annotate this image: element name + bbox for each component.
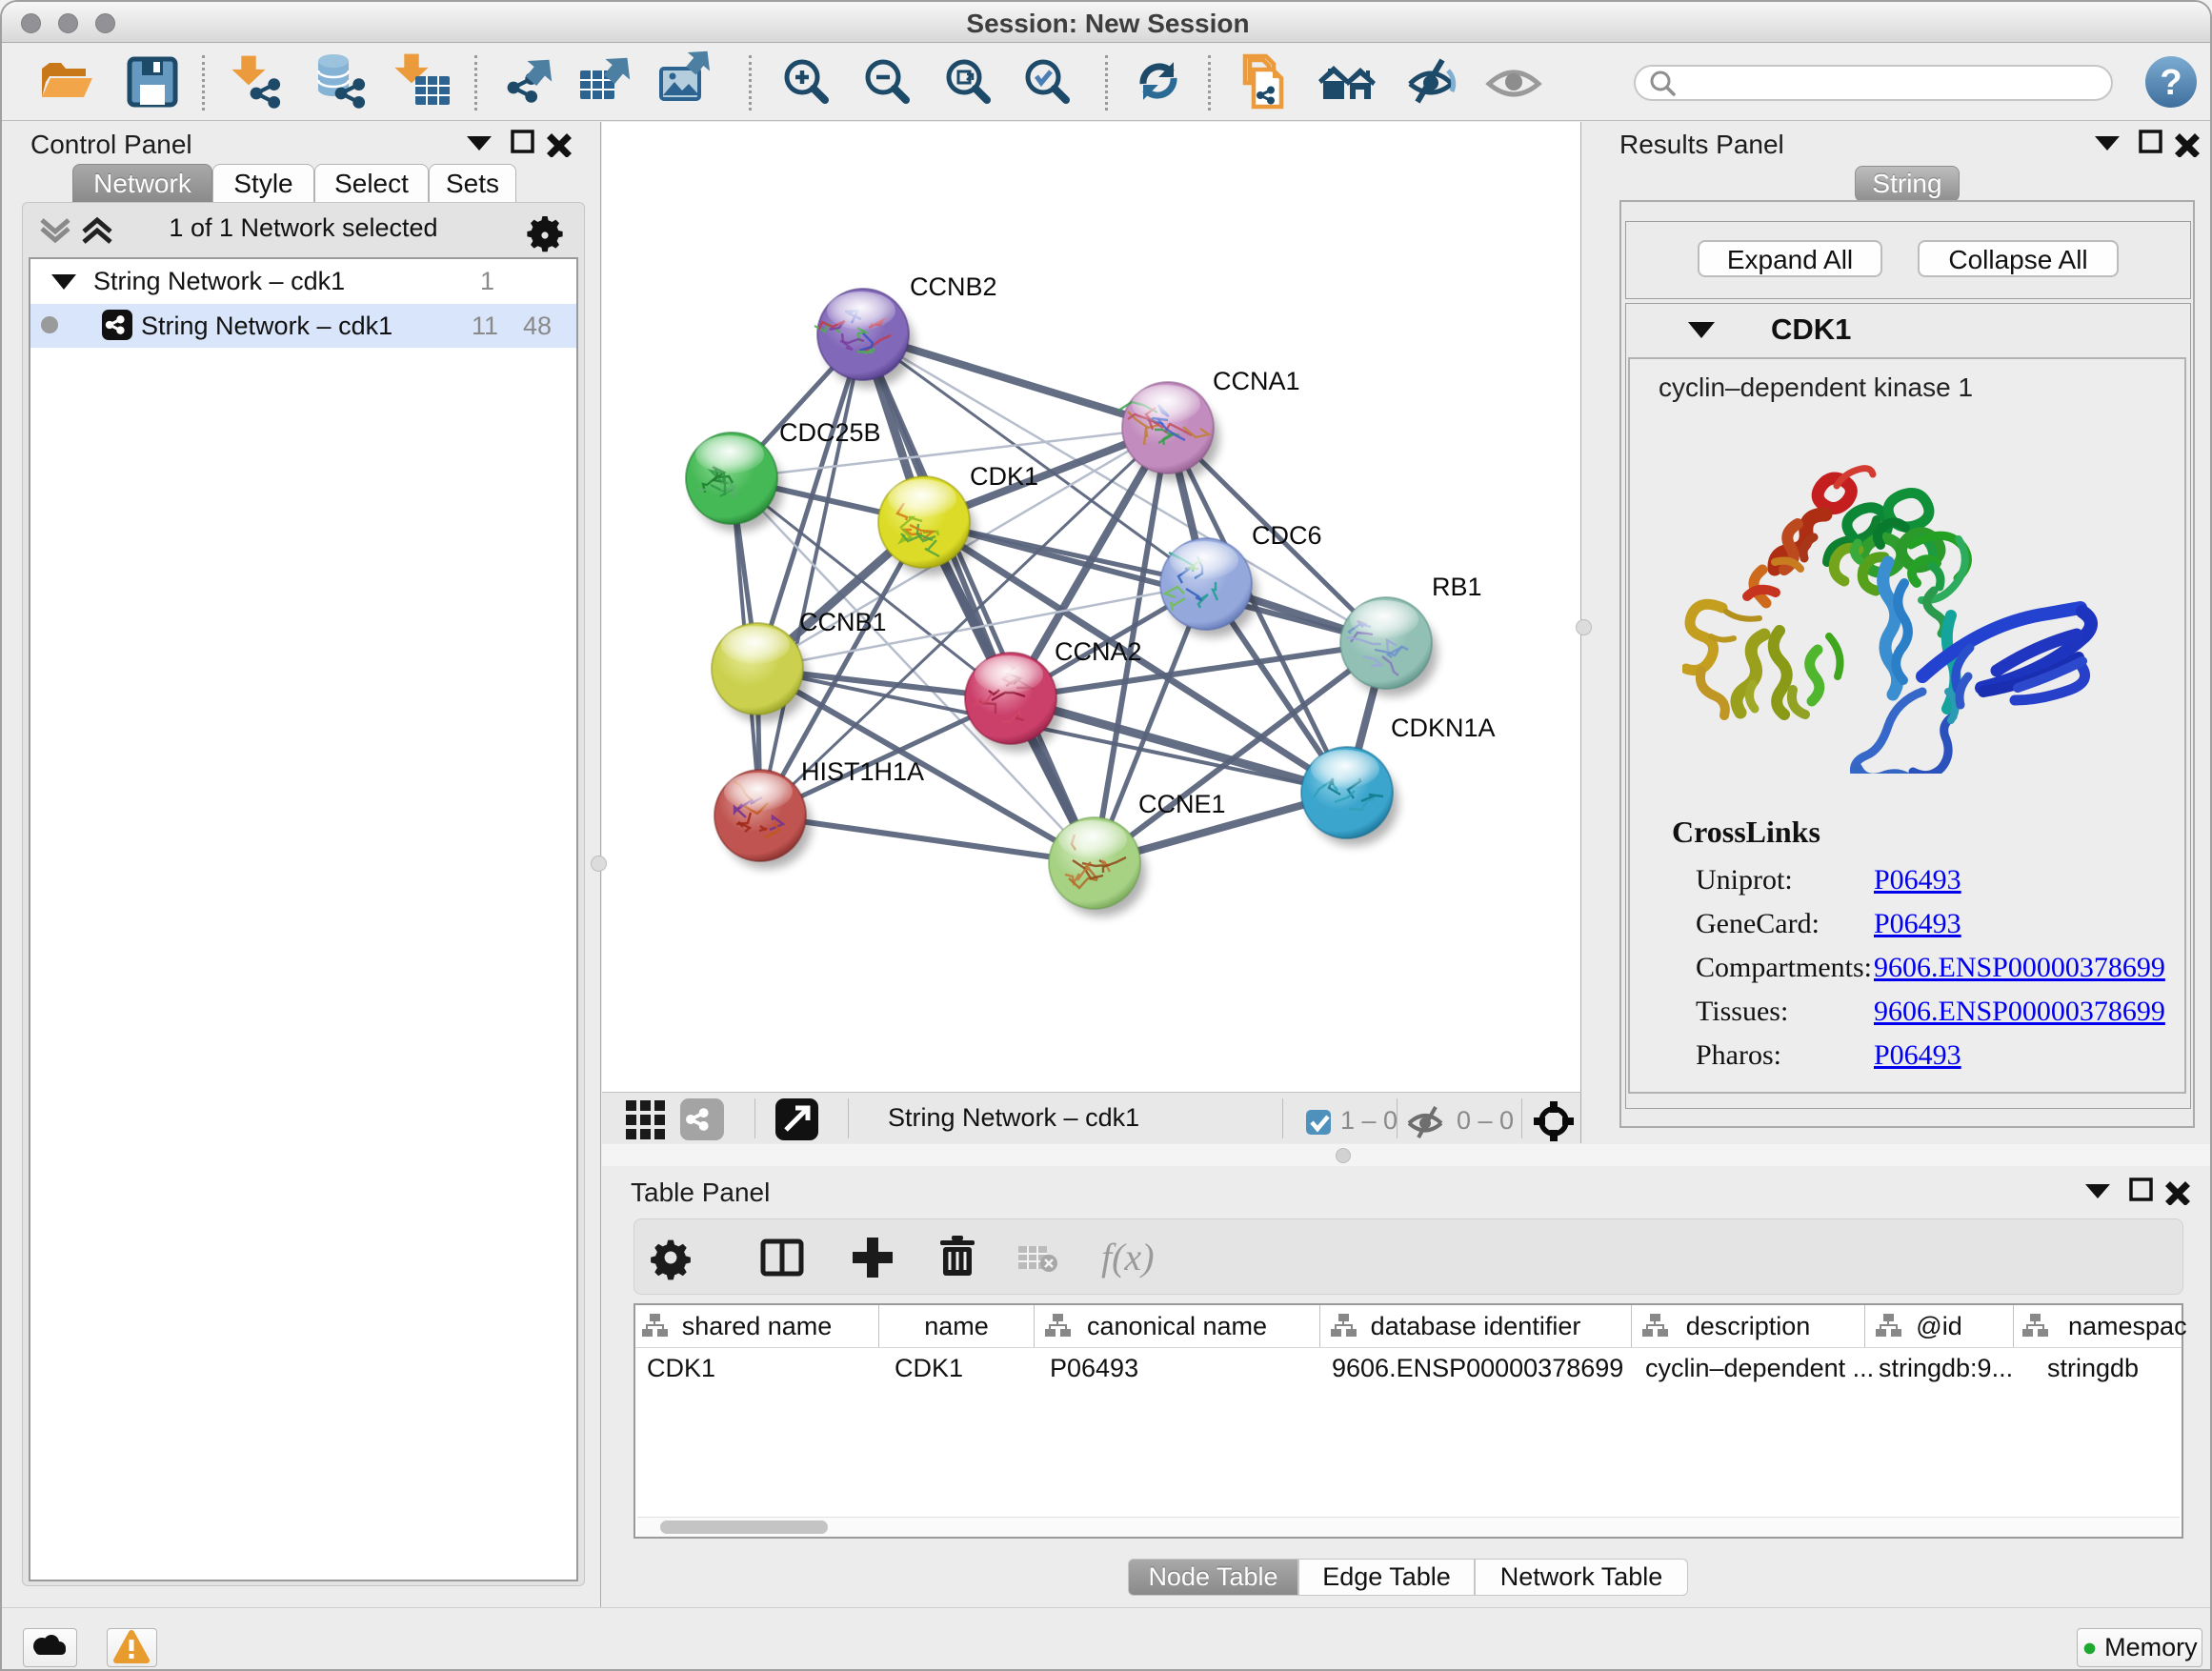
svg-text:?: ? (2160, 63, 2182, 103)
svg-text:HIST1H1A: HIST1H1A (801, 757, 924, 786)
svg-text:CCNE1: CCNE1 (1138, 790, 1226, 818)
svg-text:CDC6: CDC6 (1252, 521, 1322, 550)
svg-text:CCNA1: CCNA1 (1213, 367, 1300, 395)
svg-text:CDKN1A: CDKN1A (1391, 714, 1496, 742)
svg-text:CCNB2: CCNB2 (910, 272, 997, 301)
svg-text:CDC25B: CDC25B (779, 418, 881, 447)
svg-text:f(x): f(x) (1101, 1236, 1155, 1278)
svg-text:CDK1: CDK1 (970, 462, 1038, 491)
svg-text:CCNB1: CCNB1 (799, 608, 887, 636)
svg-text:CCNA2: CCNA2 (1055, 637, 1142, 666)
svg-text:RB1: RB1 (1432, 573, 1482, 601)
